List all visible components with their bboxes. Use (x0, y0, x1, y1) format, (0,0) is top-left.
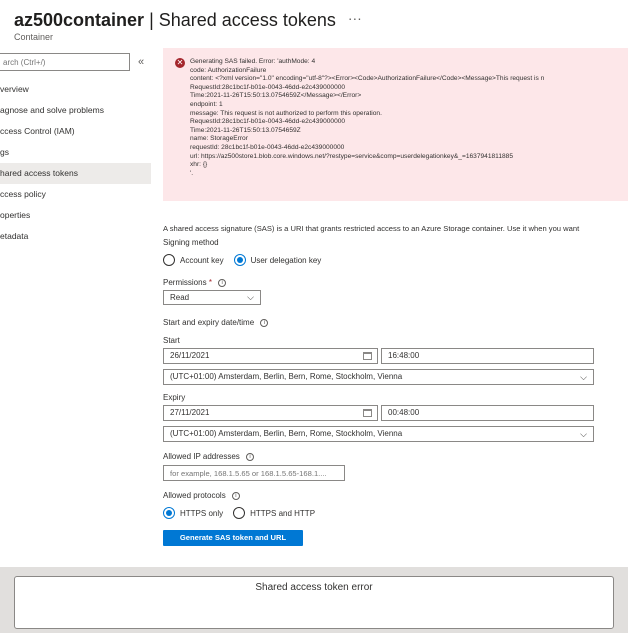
permissions-dropdown[interactable]: Read ⌵ (163, 290, 261, 305)
dialog-title: Shared access token error (255, 582, 373, 593)
https-only-radio[interactable]: HTTPS only (163, 507, 223, 519)
sidebar-item-properties[interactable]: operties (0, 205, 152, 226)
error-dialog: Shared access token error (14, 576, 614, 629)
chevron-down-icon: ⌵ (247, 292, 254, 302)
start-date-value: 26/11/2021 (170, 351, 210, 360)
error-line: RequestId:28c1bc1f-b01e-0043-46dd-e2c439… (190, 118, 346, 126)
permissions-label: Permissions * i (163, 278, 227, 287)
radio-unchecked-icon (163, 254, 175, 266)
chevron-down-icon: ⌵ (580, 429, 587, 439)
expiry-label: Expiry (163, 393, 186, 402)
user-delegation-key-label: User delegation key (250, 255, 322, 265)
error-line: code: AuthorizationFailure (190, 66, 267, 74)
info-icon[interactable]: i (260, 318, 269, 327)
expiry-date-value: 27/11/2021 (170, 408, 210, 417)
https-only-label: HTTPS only (180, 508, 224, 518)
error-line: Time:2021-11-26T15:50:13.0754659Z (190, 126, 301, 134)
error-line: endpoint: 1 (190, 100, 223, 108)
https-and-http-label: HTTPS and HTTP (250, 508, 316, 518)
allowed-ip-input[interactable] (163, 465, 345, 481)
calendar-icon[interactable] (363, 352, 372, 360)
https-and-http-radio[interactable]: HTTPS and HTTP (233, 507, 315, 519)
allowed-ip-label: Allowed IP addresses i (163, 452, 255, 461)
sidebar-item-access-control[interactable]: ccess Control (IAM) (0, 121, 152, 142)
account-key-radio[interactable]: Account key (163, 254, 224, 266)
page-title: az500container (14, 10, 145, 30)
more-options-button[interactable]: ··· (348, 10, 362, 26)
error-line: name: StorageError (190, 135, 248, 143)
calendar-icon[interactable] (363, 409, 372, 417)
error-line: content: <?xml version="1.0" encoding="u… (190, 75, 545, 83)
collapse-sidebar-button[interactable]: « (138, 56, 144, 68)
permissions-label-text: Permissions (163, 278, 207, 287)
signing-method-group: Account key User delegation key (163, 254, 331, 266)
sidebar-item-tags[interactable]: gs (0, 142, 152, 163)
info-icon[interactable]: i (218, 278, 227, 287)
user-delegation-key-radio[interactable]: User delegation key (233, 254, 322, 266)
info-icon[interactable]: i (231, 491, 240, 500)
error-line: xhr: {} (190, 161, 208, 169)
allowed-protocols-group: HTTPS only HTTPS and HTTP (163, 507, 325, 519)
error-line: Time:2021-11-26T15:50:13.0754659Z</Messa… (190, 92, 362, 100)
error-circle-icon: ✕ (175, 58, 185, 68)
title-separator: | (149, 10, 154, 30)
account-key-label: Account key (180, 255, 224, 265)
resource-type-label: Container (14, 32, 54, 42)
start-date-input[interactable]: 26/11/2021 (163, 348, 378, 364)
signing-method-label: Signing method (163, 238, 219, 247)
sidebar: « verview agnose and solve problems cces… (0, 52, 152, 247)
sidebar-item-shared-access-tokens[interactable]: hared access tokens (0, 163, 151, 184)
sas-description: A shared access signature (SAS) is a URI… (163, 224, 580, 233)
page-header: az500container | Shared access tokens ··… (14, 10, 362, 43)
sidebar-item-overview[interactable]: verview (0, 79, 152, 100)
error-message: Generating SAS failed. Error: 'authMode:… (190, 58, 628, 178)
start-time-input[interactable]: 16:48:00 (381, 348, 594, 364)
page-section-title: Shared access tokens (158, 10, 336, 30)
expiry-timezone-value: (UTC+01:00) Amsterdam, Berlin, Bern, Rom… (170, 429, 403, 438)
error-line: Generating SAS failed. Error: 'authMode:… (190, 58, 316, 65)
date-time-label-text: Start and expiry date/time (163, 318, 255, 327)
main-content: ✕ Generating SAS failed. Error: 'authMod… (163, 48, 628, 201)
date-time-label: Start and expiry date/time i (163, 318, 269, 327)
allowed-protocols-label: Allowed protocols i (163, 491, 240, 500)
sidebar-nav: verview agnose and solve problems ccess … (0, 79, 152, 247)
error-line: url: https://az500store1.blob.core.windo… (190, 152, 513, 160)
generate-sas-button[interactable]: Generate SAS token and URL (163, 530, 303, 546)
error-line: RequestId:28c1bc1f-b01e-0043-46dd-e2c439… (190, 83, 346, 91)
permissions-value: Read (170, 293, 190, 302)
sidebar-search-input[interactable] (0, 53, 130, 71)
info-icon[interactable]: i (246, 452, 255, 461)
error-line: message: This request is not authorized … (190, 109, 382, 117)
expiry-time-input[interactable]: 00:48:00 (381, 405, 594, 421)
radio-checked-icon (163, 507, 175, 519)
sidebar-item-access-policy[interactable]: ccess policy (0, 184, 152, 205)
radio-checked-icon (233, 254, 246, 266)
sidebar-item-metadata[interactable]: etadata (0, 226, 152, 247)
error-line: '. (190, 169, 194, 177)
radio-unchecked-icon (233, 507, 246, 519)
allowed-protocols-label-text: Allowed protocols (163, 491, 226, 500)
expiry-timezone-dropdown[interactable]: (UTC+01:00) Amsterdam, Berlin, Bern, Rom… (163, 426, 594, 442)
error-banner: ✕ Generating SAS failed. Error: 'authMod… (163, 48, 628, 201)
error-line: requestId: 28c1bc1f-b01e-0043-46dd-e2c43… (190, 143, 345, 151)
sidebar-item-diagnose[interactable]: agnose and solve problems (0, 100, 152, 121)
allowed-ip-label-text: Allowed IP addresses (163, 452, 240, 461)
expiry-time-value: 00:48:00 (388, 408, 420, 417)
start-label: Start (163, 336, 180, 345)
start-timezone-value: (UTC+01:00) Amsterdam, Berlin, Bern, Rom… (170, 372, 403, 381)
start-timezone-dropdown[interactable]: (UTC+01:00) Amsterdam, Berlin, Bern, Rom… (163, 369, 594, 385)
required-marker: * (208, 278, 212, 287)
chevron-down-icon: ⌵ (580, 372, 587, 382)
start-time-value: 16:48:00 (388, 351, 420, 360)
expiry-date-input[interactable]: 27/11/2021 (163, 405, 378, 421)
